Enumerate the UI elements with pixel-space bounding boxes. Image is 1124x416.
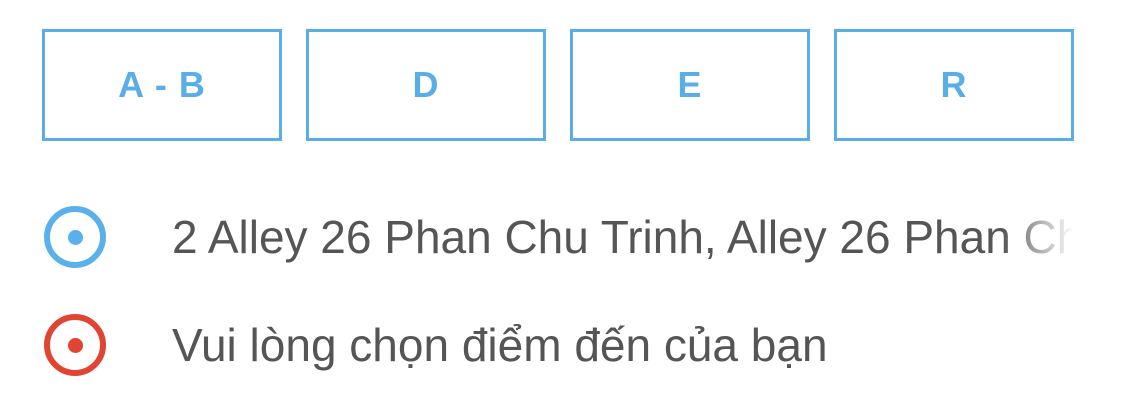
route-selection-panel: A - B D E R 2 Alley 26 Phan Chu Trinh, A…	[0, 0, 1124, 416]
vehicle-class-filters: A - B D E R	[42, 29, 1074, 141]
filter-button-e[interactable]: E	[570, 29, 810, 141]
filter-button-r[interactable]: R	[834, 29, 1074, 141]
filter-button-a-b[interactable]: A - B	[42, 29, 282, 141]
filter-button-d[interactable]: D	[306, 29, 546, 141]
origin-marker-dot	[67, 229, 83, 245]
origin-row[interactable]: 2 Alley 26 Phan Chu Trinh, Alley 26 Phan…	[44, 206, 1074, 268]
destination-row[interactable]: Vui lòng chọn điểm đến của bạn	[44, 314, 1074, 376]
destination-placeholder[interactable]: Vui lòng chọn điểm đến của bạn	[172, 314, 1074, 376]
origin-marker-icon	[44, 206, 106, 268]
destination-marker-icon	[44, 314, 106, 376]
destination-marker-dot	[67, 337, 83, 353]
origin-address[interactable]: 2 Alley 26 Phan Chu Trinh, Alley 26 Phan…	[172, 206, 1074, 268]
